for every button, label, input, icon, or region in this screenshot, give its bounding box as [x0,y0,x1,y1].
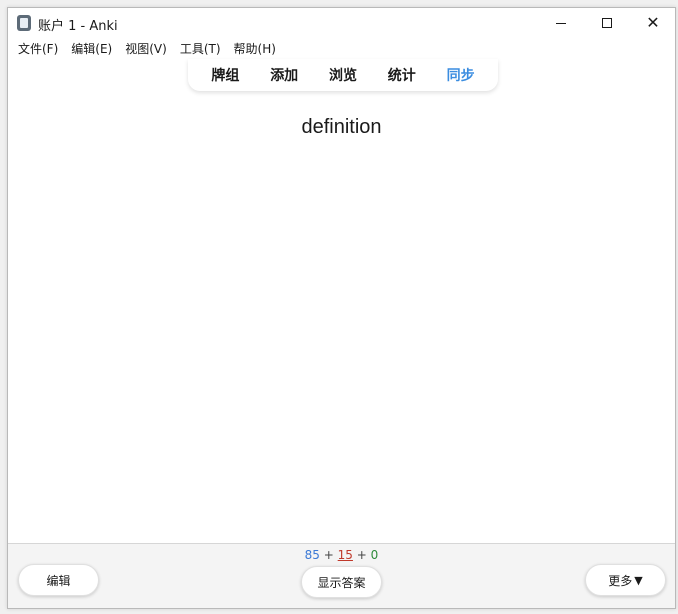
anki-app-icon [17,15,31,31]
due-counts: 85 + 15 + 0 [8,548,675,562]
toolbar-decks[interactable]: 牌组 [211,65,239,85]
toolbar-add[interactable]: 添加 [270,65,298,85]
minimize-icon [556,22,566,24]
menu-view[interactable]: 视图(V) [120,40,172,57]
minimize-button[interactable] [538,8,584,38]
toolbar-stats[interactable]: 统计 [388,65,416,85]
menu-file[interactable]: 文件(F) [13,40,63,57]
count-separator: + [323,548,334,562]
show-answer-button[interactable]: 显示答案 [301,566,382,598]
maximize-icon [602,18,612,28]
edit-button[interactable]: 编辑 [18,564,99,596]
close-button[interactable]: ✕ [630,8,675,38]
toolbar-browse[interactable]: 浏览 [329,65,357,85]
menu-tools[interactable]: 工具(T) [175,40,226,57]
more-button[interactable]: 更多 ▼ [585,564,666,596]
menu-bar: 文件(F) 编辑(E) 视图(V) 工具(T) 帮助(H) [8,38,675,59]
close-icon: ✕ [646,13,660,32]
toolbar-sync[interactable]: 同步 [447,65,475,85]
learn-count: 15 [337,548,353,562]
title-bar[interactable]: 账户 1 - Anki ✕ [8,8,675,38]
maximize-button[interactable] [584,8,630,38]
more-button-label: 更多 [608,573,633,588]
top-toolbar: 牌组 添加 浏览 统计 同步 [188,59,498,91]
reviewer-area: 牌组 添加 浏览 统计 同步 definition [8,59,675,543]
card-question: definition [301,116,382,138]
count-separator: + [356,548,367,562]
menu-help[interactable]: 帮助(H) [229,40,281,57]
anki-window: 账户 1 - Anki ✕ 文件(F) 编辑(E) 视图(V) 工具(T) 帮助… [7,7,676,609]
bottom-bar: 85 + 15 + 0 编辑 显示答案 更多 ▼ [8,543,675,608]
window-title: 账户 1 - Anki [38,19,118,34]
review-count: 0 [370,548,379,562]
new-count: 85 [304,548,320,562]
menu-edit[interactable]: 编辑(E) [66,40,117,57]
dropdown-arrow-icon: ▼ [634,573,643,587]
